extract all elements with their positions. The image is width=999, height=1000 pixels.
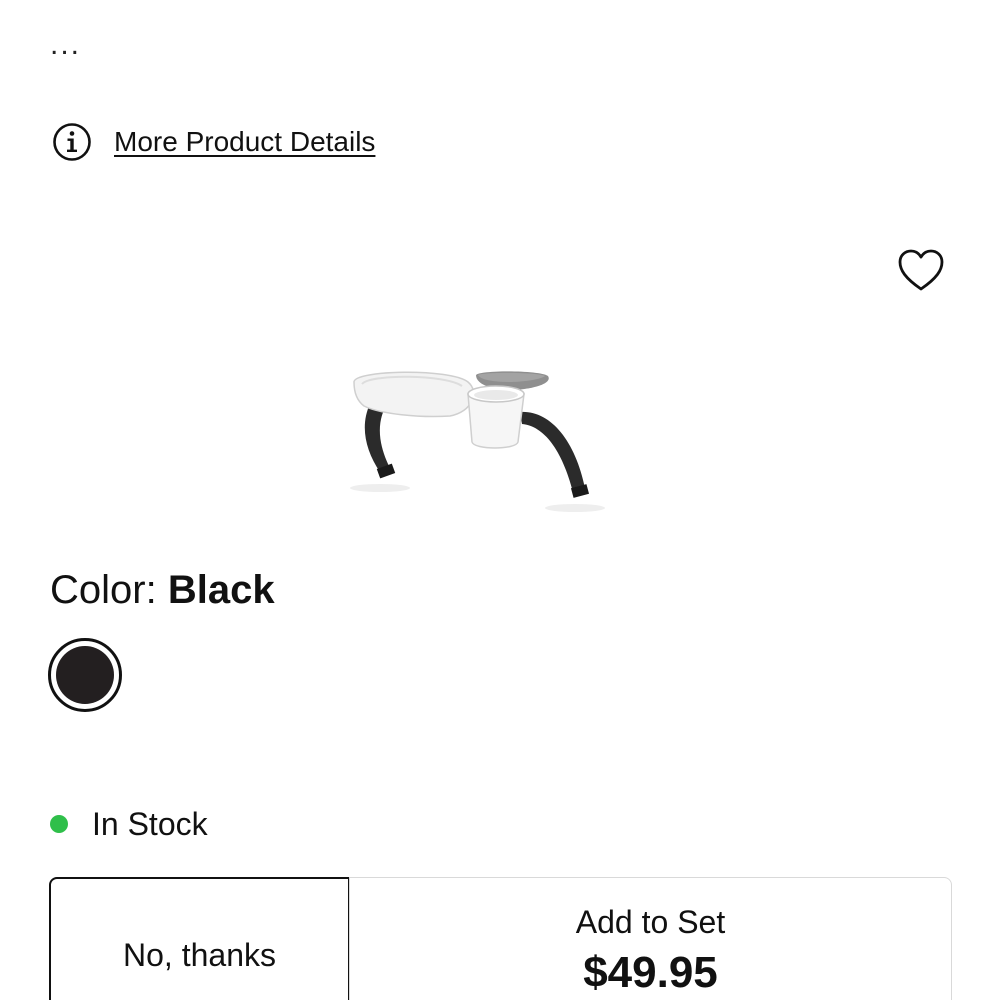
selected-color-value: Black	[167, 568, 275, 612]
product-page: ... More Product Details Color: Black In…	[0, 0, 999, 1000]
add-to-set-label: Add to Set	[575, 904, 726, 940]
stock-status-text: In Stock	[92, 806, 208, 842]
add-to-set-price: $49.95	[583, 948, 718, 997]
stock-status: In Stock	[50, 805, 208, 843]
product-description-cutoff	[50, 0, 930, 8]
info-icon	[53, 123, 91, 161]
product-image	[350, 371, 605, 512]
color-swatch-black[interactable]	[48, 638, 122, 712]
heart-icon[interactable]	[897, 248, 945, 294]
more-details-row[interactable]: More Product Details	[52, 122, 375, 162]
more-product-details-link[interactable]: More Product Details	[114, 126, 375, 158]
description-ellipsis: ...	[50, 28, 82, 61]
no-thanks-label: No, thanks	[123, 937, 276, 973]
add-to-set-button[interactable]: Add to Set $49.95	[349, 877, 952, 1000]
swatch-fill	[56, 646, 114, 704]
stock-indicator-dot	[50, 815, 68, 833]
no-thanks-button[interactable]: No, thanks	[49, 877, 350, 1000]
color-label: Color:	[50, 568, 157, 612]
color-selection-label: Color: Black	[50, 566, 275, 614]
